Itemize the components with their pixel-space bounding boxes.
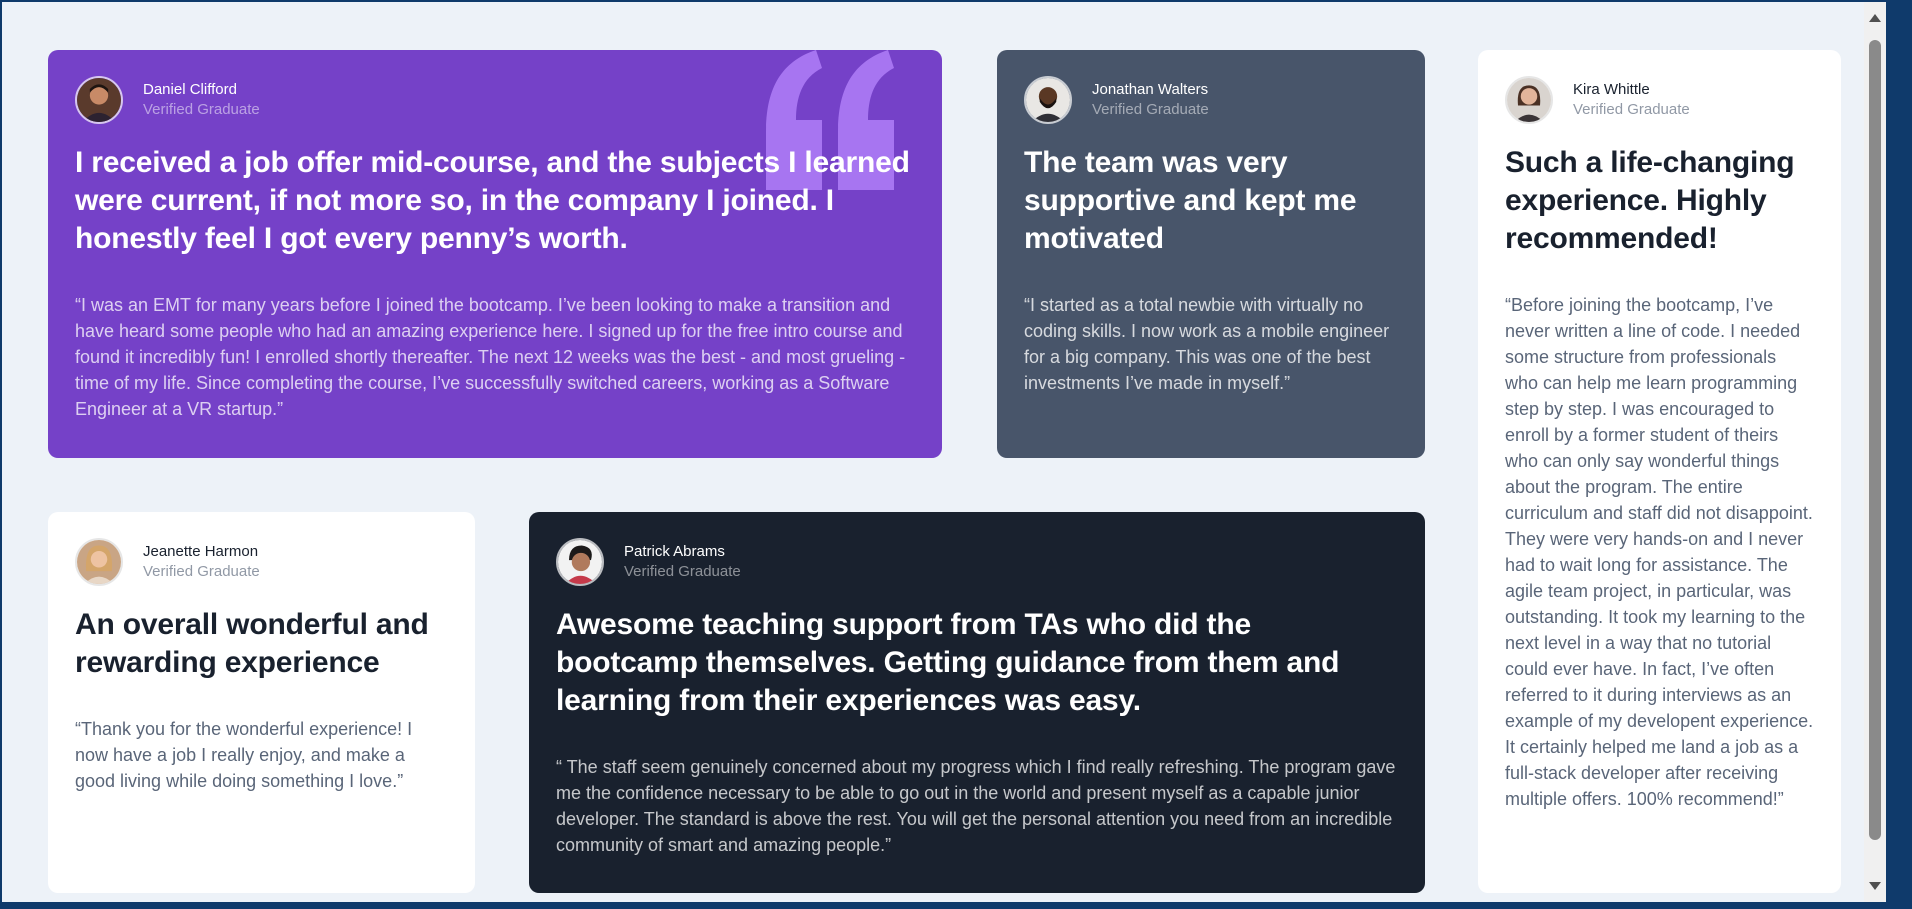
avatar xyxy=(75,76,123,124)
vertical-scrollbar[interactable] xyxy=(1864,2,1886,902)
author-header: Jonathan Walters Verified Graduate xyxy=(1024,76,1398,124)
testimonial-headline: Such a life-changing experience. Highly … xyxy=(1505,146,1795,255)
testimonial-quote: “I started as a total newbie with virtua… xyxy=(1024,295,1390,393)
person-icon xyxy=(1507,78,1551,122)
testimonial-card-daniel: Daniel Clifford Verified Graduate I rece… xyxy=(48,50,942,458)
author-name: Jonathan Walters xyxy=(1092,80,1209,98)
person-icon xyxy=(1026,78,1070,122)
testimonial-headline: Awesome teaching support from TAs who di… xyxy=(556,608,1340,717)
scroll-thumb[interactable] xyxy=(1869,40,1881,840)
author-role: Verified Graduate xyxy=(143,100,260,118)
testimonial-card-jeanette: Jeanette Harmon Verified Graduate An ove… xyxy=(48,512,475,893)
testimonial-card-patrick: Patrick Abrams Verified Graduate Awesome… xyxy=(529,512,1425,893)
testimonial-headline: The team was very supportive and kept me… xyxy=(1024,146,1357,255)
avatar xyxy=(556,538,604,586)
person-icon xyxy=(558,540,602,584)
author-header: Kira Whittle Verified Graduate xyxy=(1505,76,1814,124)
author-name: Kira Whittle xyxy=(1573,80,1650,98)
person-icon xyxy=(77,78,121,122)
author-name: Patrick Abrams xyxy=(624,542,725,560)
scroll-up-arrow-icon[interactable] xyxy=(1869,14,1881,22)
avatar xyxy=(75,538,123,586)
testimonial-quote: “Before joining the bootcamp, I’ve never… xyxy=(1505,295,1814,809)
testimonial-headline: I received a job offer mid-course, and t… xyxy=(75,146,910,255)
browser-viewport: Daniel Clifford Verified Graduate I rece… xyxy=(2,2,1886,902)
author-name: Daniel Clifford xyxy=(143,80,237,98)
person-icon xyxy=(77,540,121,584)
avatar xyxy=(1024,76,1072,124)
testimonial-quote: “ The staff seem genuinely concerned abo… xyxy=(556,757,1396,855)
testimonial-quote: “Thank you for the wonderful experience!… xyxy=(75,719,413,791)
scroll-down-arrow-icon[interactable] xyxy=(1869,882,1881,890)
testimonial-card-jonathan: Jonathan Walters Verified Graduate The t… xyxy=(997,50,1425,458)
testimonial-card-kira: Kira Whittle Verified Graduate Such a li… xyxy=(1478,50,1841,893)
author-role: Verified Graduate xyxy=(1092,100,1209,118)
avatar xyxy=(1505,76,1553,124)
author-header: Daniel Clifford Verified Graduate xyxy=(75,76,915,124)
author-name: Jeanette Harmon xyxy=(143,542,259,560)
author-role: Verified Graduate xyxy=(143,562,260,580)
testimonial-headline: An overall wonderful and rewarding exper… xyxy=(75,608,429,679)
author-header: Jeanette Harmon Verified Graduate xyxy=(75,538,448,586)
author-role: Verified Graduate xyxy=(624,562,741,580)
testimonial-quote: “I was an EMT for many years before I jo… xyxy=(75,295,906,419)
author-role: Verified Graduate xyxy=(1573,100,1690,118)
author-header: Patrick Abrams Verified Graduate xyxy=(556,538,1398,586)
